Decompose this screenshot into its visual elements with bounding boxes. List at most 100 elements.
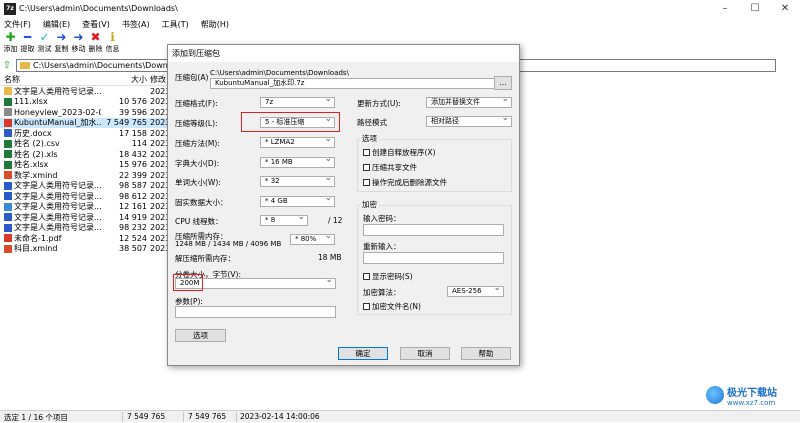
file-list-header: 名称 大小 修改 bbox=[0, 74, 168, 86]
decompress-memory-value: 18 MB bbox=[318, 253, 342, 262]
up-folder-icon[interactable]: ⇧ bbox=[0, 60, 14, 71]
menu-edit[interactable]: 编辑(E) bbox=[43, 19, 70, 30]
menu-view[interactable]: 查看(V) bbox=[82, 19, 110, 30]
toolbar-move-arrow-button[interactable]: ➜ 移动 bbox=[70, 31, 87, 57]
minus-icon: ━ bbox=[23, 30, 32, 44]
file-name: 文字是人类用符号记录... bbox=[14, 86, 101, 96]
menu-tools[interactable]: 工具(T) bbox=[162, 19, 189, 30]
update-mode-label: 更新方式(U): bbox=[357, 99, 401, 108]
path-mode-select[interactable]: 相对路径 bbox=[426, 114, 512, 127]
encryption-method-select[interactable]: AES-256 bbox=[447, 284, 504, 297]
file-name: 文字是人类用符号记录... bbox=[14, 191, 101, 201]
file-row[interactable]: 文字是人类用符号记录... 98 5872023 bbox=[0, 181, 168, 192]
update-mode-select[interactable]: 添加并替换文件 bbox=[426, 95, 512, 108]
format-select[interactable]: 7z bbox=[260, 95, 335, 108]
file-row[interactable]: KubuntuManual_加水... 7 549 7652023 bbox=[0, 117, 168, 128]
csv-file-icon bbox=[4, 139, 12, 148]
maximize-icon[interactable]: ☐ bbox=[740, 0, 770, 17]
file-size: 18 432 bbox=[119, 149, 147, 159]
file-size: 98 587 bbox=[119, 181, 147, 191]
toolbar-copy-arrow-button[interactable]: ➜ 复制 bbox=[53, 31, 70, 57]
word-size-label: 单词大小(W): bbox=[175, 178, 221, 187]
title-bar: 7z C:\Users\admin\Documents\Downloads\ –… bbox=[0, 0, 800, 17]
file-name: 文字是人类用符号记录... bbox=[14, 181, 101, 191]
column-name[interactable]: 名称 bbox=[0, 74, 101, 85]
level-label: 压缩等级(L): bbox=[175, 119, 218, 128]
toolbar-label: 添加 bbox=[3, 45, 18, 53]
file-row[interactable]: 姓名.xlsx 15 9762023 bbox=[0, 160, 168, 171]
menu-bookmarks[interactable]: 书签(A) bbox=[122, 19, 150, 30]
dialog-title: 添加到压缩包 bbox=[168, 45, 519, 62]
file-name: KubuntuManual_加水... bbox=[14, 118, 101, 128]
watermark-name: 极光下载站 bbox=[727, 387, 777, 399]
file-row[interactable]: 科目.xmind 38 5072023 bbox=[0, 244, 168, 255]
file-row[interactable]: 未命名-1.pdf 12 5242023 bbox=[0, 233, 168, 244]
file-row[interactable]: 姓名 (2).xls 18 4322023 bbox=[0, 149, 168, 160]
file-row[interactable]: Honeyview_2023-02-0... 39 5962023 bbox=[0, 107, 168, 118]
password-label: 输入密码： bbox=[363, 214, 401, 223]
cpu-threads-select[interactable]: * 8 bbox=[260, 213, 308, 226]
toolbar-plus-button[interactable]: ✚ 添加 bbox=[2, 31, 19, 57]
create-sfx-checkbox[interactable]: 创建自释放程序(X) bbox=[363, 147, 436, 158]
close-icon[interactable]: ✕ bbox=[770, 0, 800, 17]
delete-after-checkbox[interactable]: 操作完成后删除源文件 bbox=[363, 177, 447, 188]
file-modified: 2023 bbox=[150, 191, 168, 201]
word-size-select[interactable]: * 32 bbox=[260, 174, 335, 187]
add-to-archive-dialog: 添加到压缩包 压缩包(A) C:\Users\admin\Documents\D… bbox=[167, 44, 520, 366]
column-size[interactable]: 大小 bbox=[101, 74, 147, 85]
encrypt-filenames-label: 加密文件名(N) bbox=[372, 302, 421, 311]
file-row[interactable]: 文字是人类用符号记录... 12 1612023 bbox=[0, 202, 168, 213]
file-row[interactable]: 文字是人类用符号记录... 14 9192023 bbox=[0, 212, 168, 223]
file-row[interactable]: 文字是人类用符号记录... 98 6122023 bbox=[0, 191, 168, 202]
cancel-button[interactable]: 取消 bbox=[400, 347, 450, 360]
file-list-right-area bbox=[520, 74, 800, 410]
excel-file-icon bbox=[4, 160, 12, 169]
minimize-icon[interactable]: – bbox=[710, 0, 740, 17]
word-file-icon bbox=[4, 181, 12, 190]
file-row[interactable]: 数学.xmind 22 3992023 bbox=[0, 170, 168, 181]
ok-button[interactable]: 确定 bbox=[338, 347, 388, 360]
status-date: 2023-02-14 14:00:06 bbox=[240, 412, 320, 421]
column-modified[interactable]: 修改 bbox=[147, 74, 168, 85]
archive-name-input[interactable]: KubuntuManual_加水印.7z bbox=[210, 76, 511, 89]
excel-file-icon bbox=[4, 97, 12, 106]
file-modified: 2023 bbox=[150, 244, 168, 254]
file-row[interactable]: 历史.docx 17 1582023 bbox=[0, 128, 168, 139]
parameters-input[interactable] bbox=[175, 306, 336, 318]
memory-percent-select[interactable]: * 80% bbox=[290, 232, 335, 245]
password-input[interactable] bbox=[363, 224, 504, 236]
method-select[interactable]: * LZMA2 bbox=[260, 135, 335, 148]
plus-icon: ✚ bbox=[5, 30, 16, 44]
dictionary-select[interactable]: * 16 MB bbox=[260, 155, 335, 168]
toolbar-info-button[interactable]: ℹ 信息 bbox=[104, 31, 121, 57]
solid-size-select[interactable]: * 4 GB bbox=[260, 194, 335, 207]
toolbar-check-button[interactable]: ✓ 测试 bbox=[36, 31, 53, 57]
word-file-icon bbox=[4, 192, 12, 201]
toolbar-minus-button[interactable]: ━ 提取 bbox=[19, 31, 36, 57]
menu-help[interactable]: 帮助(H) bbox=[201, 19, 229, 30]
help-button[interactable]: 帮助 bbox=[461, 347, 511, 360]
encrypt-filenames-checkbox[interactable]: 加密文件名(N) bbox=[363, 301, 421, 312]
menu-file[interactable]: 文件(F) bbox=[4, 19, 31, 30]
file-modified: 2023 bbox=[150, 97, 168, 107]
file-row[interactable]: 111.xlsx 10 5762023 bbox=[0, 97, 168, 108]
highlight-box-split bbox=[173, 274, 203, 291]
image-file-icon bbox=[4, 108, 12, 117]
decompress-memory-label: 解压缩所需内存： bbox=[175, 254, 235, 263]
toolbar-delete-x-button[interactable]: ✖ 删除 bbox=[87, 31, 104, 57]
show-password-checkbox[interactable]: 显示密码(S) bbox=[363, 271, 413, 282]
compress-shared-checkbox[interactable]: 压缩共享文件 bbox=[363, 162, 417, 173]
file-row[interactable]: 文字是人类用符号记录... 2023 bbox=[0, 86, 168, 97]
file-row[interactable]: 姓名 (2).csv 1142023 bbox=[0, 139, 168, 150]
file-size: 114 bbox=[131, 139, 147, 149]
reenter-password-input[interactable] bbox=[363, 252, 504, 264]
file-modified: 2023 bbox=[150, 181, 168, 191]
file-row[interactable]: 文字是人类用符号记录... 98 2322023 bbox=[0, 223, 168, 234]
file-modified: 2023 bbox=[150, 107, 168, 117]
window-title: C:\Users\admin\Documents\Downloads\ bbox=[19, 4, 178, 13]
file-size: 10 576 bbox=[119, 97, 147, 107]
options-button[interactable]: 选项 bbox=[175, 329, 226, 342]
file-name: 未命名-1.pdf bbox=[14, 233, 62, 243]
cpu-threads-max: / 12 bbox=[328, 216, 343, 225]
browse-button[interactable]: ... bbox=[494, 76, 512, 90]
